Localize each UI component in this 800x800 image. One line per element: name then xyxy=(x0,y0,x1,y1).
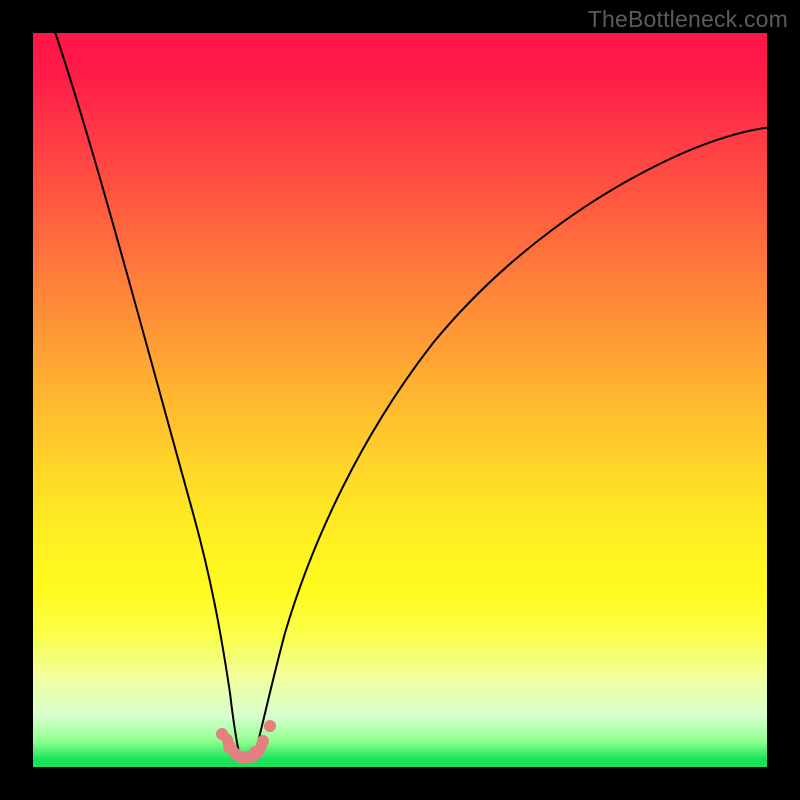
bottleneck-curve-right xyxy=(255,127,773,753)
valley-dot xyxy=(257,735,269,747)
plot-area xyxy=(33,33,767,767)
curve-layer xyxy=(33,33,767,767)
valley-dot xyxy=(216,728,228,740)
bottleneck-curve-left xyxy=(52,23,239,753)
chart-frame: TheBottleneck.com xyxy=(0,0,800,800)
watermark-label: TheBottleneck.com xyxy=(588,6,788,33)
valley-dot xyxy=(249,746,261,758)
valley-dot xyxy=(264,720,276,732)
